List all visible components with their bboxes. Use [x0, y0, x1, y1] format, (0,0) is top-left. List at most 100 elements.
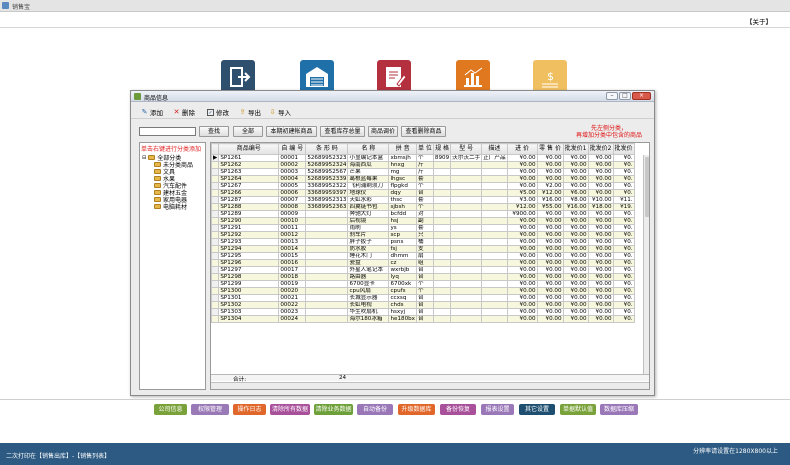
table-cell[interactable]: [481, 196, 508, 204]
table-cell[interactable]: ¥2.00: [536, 182, 564, 190]
table-cell[interactable]: 副: [416, 217, 434, 225]
table-cell[interactable]: SP1298: [218, 273, 280, 281]
table-cell[interactable]: [305, 266, 349, 274]
table-cell[interactable]: 00002: [278, 161, 307, 169]
search-input[interactable]: [139, 127, 196, 136]
table-cell[interactable]: 睡花木门: [347, 252, 390, 260]
table-cell[interactable]: SP1267: [218, 182, 280, 190]
bottom-button[interactable]: 数据库压缩: [600, 404, 638, 415]
table-cell[interactable]: ¥0.00: [587, 224, 614, 232]
table-cell[interactable]: ¥0.00: [506, 280, 538, 288]
edit-button[interactable]: ✓ 修改: [207, 107, 229, 117]
table-cell[interactable]: 对: [416, 210, 434, 218]
column-header[interactable]: 名 称: [347, 143, 390, 155]
table-cell[interactable]: cpufs: [388, 287, 417, 295]
table-cell[interactable]: SP1301: [218, 294, 280, 302]
table-cell[interactable]: 00011: [278, 224, 307, 232]
table-cell[interactable]: 斤: [416, 168, 434, 176]
table-cell[interactable]: he180bx: [388, 315, 417, 323]
table-cell[interactable]: ¥0.00: [536, 308, 564, 316]
table-cell[interactable]: ¥0.: [612, 175, 635, 183]
add-button[interactable]: ✎ 添加: [141, 107, 163, 117]
table-cell[interactable]: 33689952322: [305, 182, 349, 190]
table-cell[interactable]: [450, 301, 483, 309]
table-cell[interactable]: SP1304: [218, 315, 280, 323]
table-cell[interactable]: 飞利浦剃须刀: [347, 182, 390, 190]
table-cell[interactable]: [450, 280, 483, 288]
row-header[interactable]: [211, 294, 220, 302]
table-cell[interactable]: fsj: [388, 245, 417, 253]
table-cell[interactable]: 00006: [278, 189, 307, 197]
table-cell[interactable]: SP1292: [218, 231, 280, 239]
row-header[interactable]: [211, 196, 220, 204]
table-row[interactable]: SP1297 00017 外星人笔记本 wxrbjb 台 ¥0.00 ¥0.00 ¥0.00 ¥…: [211, 266, 635, 274]
row-header[interactable]: [211, 259, 220, 267]
exit-icon[interactable]: [221, 60, 255, 94]
table-cell[interactable]: [432, 189, 452, 197]
table-cell[interactable]: [481, 224, 508, 232]
table-cell[interactable]: 6700显卡: [347, 280, 390, 288]
horizontal-scrollbar[interactable]: [211, 382, 649, 389]
table-cell[interactable]: 00007: [278, 196, 307, 204]
table-cell[interactable]: bcfdd: [388, 210, 417, 218]
table-cell[interactable]: [432, 168, 452, 176]
column-header[interactable]: 规 格: [432, 143, 452, 155]
table-cell[interactable]: 只: [416, 231, 434, 239]
table-cell[interactable]: ¥0.00: [562, 252, 589, 260]
table-cell[interactable]: ¥0.00: [587, 168, 614, 176]
table-row[interactable]: SP1298 00018 路由器 lyq 台 ¥0.00 ¥0.00 ¥0.00 ¥0.00 ¥0…: [211, 273, 635, 281]
table-cell[interactable]: ¥0.00: [536, 259, 564, 267]
table-cell[interactable]: 00015: [278, 252, 307, 260]
column-header[interactable]: 描述: [481, 143, 508, 155]
table-cell[interactable]: [481, 210, 508, 218]
table-cell[interactable]: 后视镜: [347, 217, 390, 225]
table-cell[interactable]: [305, 301, 349, 309]
table-cell[interactable]: ¥0.00: [506, 273, 538, 281]
table-cell[interactable]: ¥0.: [612, 252, 635, 260]
table-cell[interactable]: ¥0.00: [506, 238, 538, 246]
table-cell[interactable]: 台: [416, 294, 434, 302]
table-cell[interactable]: ¥0.: [612, 161, 635, 169]
table-cell[interactable]: [481, 315, 508, 323]
table-cell[interactable]: 套: [416, 196, 434, 204]
table-cell[interactable]: 套: [416, 224, 434, 232]
table-cell[interactable]: ¥0.: [612, 308, 635, 316]
table-cell[interactable]: ¥0.00: [587, 245, 614, 253]
table-cell[interactable]: dhmm: [388, 252, 417, 260]
table-cell[interactable]: ¥0.00: [536, 217, 564, 225]
chart-icon[interactable]: [456, 60, 490, 94]
table-cell[interactable]: [450, 245, 483, 253]
table-cell[interactable]: ¥0.: [612, 238, 635, 246]
table-cell[interactable]: ¥0.00: [587, 210, 614, 218]
table-cell[interactable]: ¥0.00: [536, 245, 564, 253]
table-cell[interactable]: 00003: [278, 168, 307, 176]
table-cell[interactable]: ¥0.00: [536, 301, 564, 309]
export-button[interactable]: ⇪ 导出: [239, 107, 261, 117]
table-cell[interactable]: hnxg: [388, 161, 417, 169]
table-row[interactable]: SP1304 00024 海尔180冰箱 he180bx 台 ¥0.00 ¥0.00 ¥0.0…: [211, 315, 635, 323]
scroll-thumb[interactable]: [645, 157, 649, 217]
bottom-button[interactable]: 单据默认值: [560, 404, 596, 415]
column-header[interactable]: 型 号: [450, 143, 483, 155]
table-cell[interactable]: ¥0.00: [506, 154, 538, 162]
table-cell[interactable]: 33689952363: [305, 203, 349, 211]
table-cell[interactable]: 台: [416, 189, 434, 197]
table-cell[interactable]: [481, 182, 508, 190]
table-cell[interactable]: ¥0.: [612, 287, 635, 295]
table-cell[interactable]: xbmsjh: [388, 154, 417, 162]
table-cell[interactable]: ¥0.00: [506, 259, 538, 267]
table-cell[interactable]: 沃尔沃二手: [450, 154, 483, 162]
table-cell[interactable]: SP1296: [218, 259, 280, 267]
report-icon[interactable]: [377, 60, 411, 94]
table-cell[interactable]: 个: [416, 182, 434, 190]
table-cell[interactable]: [450, 287, 483, 295]
table-cell[interactable]: 路由器: [347, 273, 390, 281]
table-cell[interactable]: ¥0.: [612, 168, 635, 176]
table-cell[interactable]: ¥0.00: [562, 175, 589, 183]
table-cell[interactable]: ¥11.: [612, 196, 635, 204]
warehouse-icon[interactable]: [300, 60, 334, 94]
table-cell[interactable]: ¥0.00: [506, 217, 538, 225]
table-cell[interactable]: ¥900.00: [506, 210, 538, 218]
row-header[interactable]: [211, 189, 220, 197]
table-row[interactable]: SP1295 00015 睡花木门 dhmm 扇 ¥0.00 ¥0.00 ¥0.00 ¥0.00…: [211, 252, 635, 260]
